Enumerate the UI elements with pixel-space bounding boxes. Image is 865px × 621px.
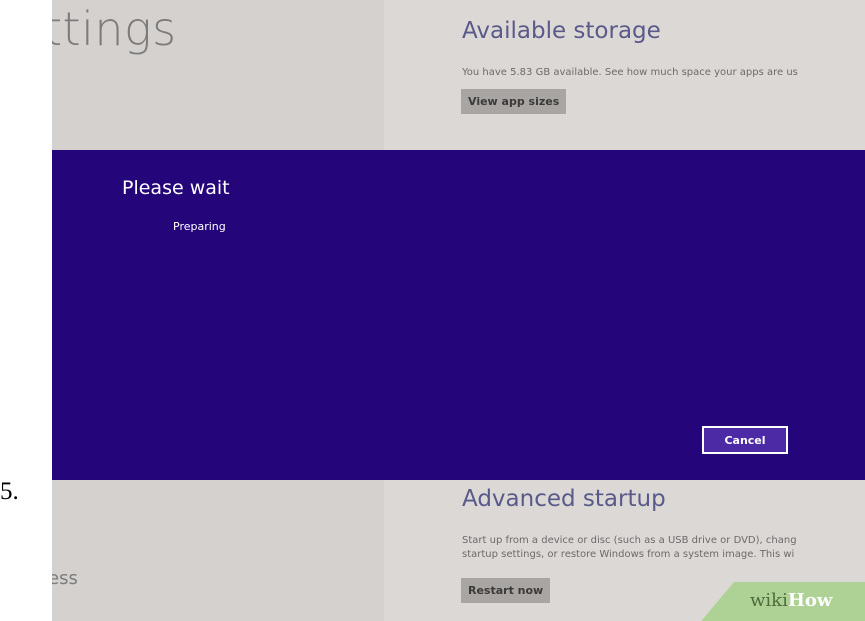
step-number: 5. xyxy=(0,478,19,505)
view-app-sizes-button[interactable]: View app sizes xyxy=(461,89,567,114)
settings-screen: ttings Available storage You have 5.83 G… xyxy=(52,0,865,621)
page-title: ttings xyxy=(52,2,177,56)
cancel-button[interactable]: Cancel xyxy=(702,426,788,454)
watermark-logo: wikiHow xyxy=(750,590,832,611)
wikihow-watermark: wikiHow xyxy=(692,582,865,621)
watermark-how: How xyxy=(787,590,833,611)
dialog-title: Please wait xyxy=(122,177,230,199)
restart-now-button[interactable]: Restart now xyxy=(461,578,551,603)
please-wait-dialog: Please wait Preparing Cancel xyxy=(52,150,865,480)
left-nav-item-fragment-2[interactable] xyxy=(52,605,168,621)
available-storage-description: You have 5.83 GB available. See how much… xyxy=(462,67,798,78)
dialog-status: Preparing xyxy=(173,220,226,233)
advanced-startup-title: Advanced startup xyxy=(462,486,666,512)
watermark-wiki: wiki xyxy=(750,590,788,611)
left-nav-item-fragment[interactable]: ess xyxy=(52,568,78,589)
available-storage-title: Available storage xyxy=(462,18,661,44)
advanced-startup-description-line2: startup settings, or restore Windows fro… xyxy=(462,549,795,560)
advanced-startup-description-line1: Start up from a device or disc (such as … xyxy=(462,535,797,546)
